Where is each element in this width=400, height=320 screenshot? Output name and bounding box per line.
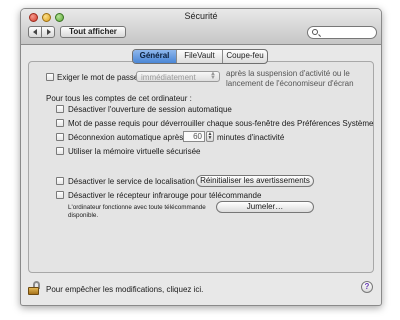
- title-bar: Sécurité Tout afficher: [21, 9, 381, 45]
- pair-button[interactable]: Jumeler…: [216, 201, 314, 213]
- secure-virtual-memory-checkbox[interactable]: [56, 147, 64, 155]
- disable-location-checkbox[interactable]: [56, 177, 64, 185]
- tab-bar: Général FileVault Coupe-feu: [132, 49, 268, 64]
- back-button[interactable]: [28, 26, 42, 38]
- settings-panel: [28, 61, 374, 273]
- search-input[interactable]: [307, 26, 377, 39]
- auto-logout-stepper[interactable]: ▲ ▼: [206, 131, 214, 142]
- auto-logout-minutes-field[interactable]: 60: [183, 131, 205, 142]
- lock-body: [28, 287, 39, 295]
- show-all-button[interactable]: Tout afficher: [60, 26, 126, 38]
- disable-ir-receiver-label: Désactiver le récepteur infrarouge pour …: [68, 191, 262, 200]
- chevron-left-icon: [33, 29, 37, 35]
- lock-icon[interactable]: [27, 281, 41, 295]
- auto-logout-checkbox[interactable]: [56, 133, 64, 141]
- require-password-suffix-line1: après la suspension d'activité ou le: [226, 69, 350, 78]
- disable-ir-receiver-checkbox[interactable]: [56, 191, 64, 199]
- require-password-checkbox[interactable]: [46, 73, 54, 81]
- tab-general[interactable]: Général: [133, 50, 177, 63]
- auto-logout-label: Déconnexion automatique après: [68, 133, 184, 142]
- reset-warnings-button[interactable]: Réinitialiser les avertissements: [196, 175, 314, 187]
- auto-logout-unit: minutes d'inactivité: [217, 133, 285, 142]
- all-accounts-heading: Pour tous les comptes de cet ordinateur …: [46, 94, 192, 103]
- disable-auto-login-label: Désactiver l'ouverture de session automa…: [68, 105, 232, 114]
- ir-info-line2: disponible.: [68, 212, 99, 219]
- lock-instruction-text: Pour empêcher les modifications, cliquez…: [46, 285, 204, 294]
- window-title: Sécurité: [184, 11, 218, 21]
- disable-location-label: Désactiver le service de localisation: [68, 177, 195, 186]
- require-password-label: Exiger le mot de passe: [57, 73, 139, 82]
- preferences-window: Sécurité Tout afficher Général FileVault…: [20, 8, 382, 306]
- tab-firewall[interactable]: Coupe-feu: [223, 50, 267, 63]
- tab-filevault[interactable]: FileVault: [177, 50, 223, 63]
- search-icon: [312, 29, 318, 35]
- require-password-delay-select[interactable]: immédiatement ▲ ▼: [136, 71, 220, 82]
- password-unlock-prefs-checkbox[interactable]: [56, 119, 64, 127]
- require-password-suffix-line2: lancement de l'économiseur d'écran: [226, 79, 354, 88]
- select-value: immédiatement: [141, 73, 196, 82]
- password-unlock-prefs-label: Mot de passe requis pour déverrouiller c…: [68, 119, 374, 128]
- help-icon[interactable]: ?: [361, 281, 373, 293]
- disable-auto-login-checkbox[interactable]: [56, 105, 64, 113]
- ir-info-line1: L'ordinateur fonctionne avec toute téléc…: [68, 204, 206, 211]
- updown-arrows-icon: ▲ ▼: [210, 71, 216, 81]
- forward-button[interactable]: [41, 26, 55, 38]
- secure-virtual-memory-label: Utiliser la mémoire virtuelle sécurisée: [68, 147, 201, 156]
- chevron-right-icon: [47, 29, 51, 35]
